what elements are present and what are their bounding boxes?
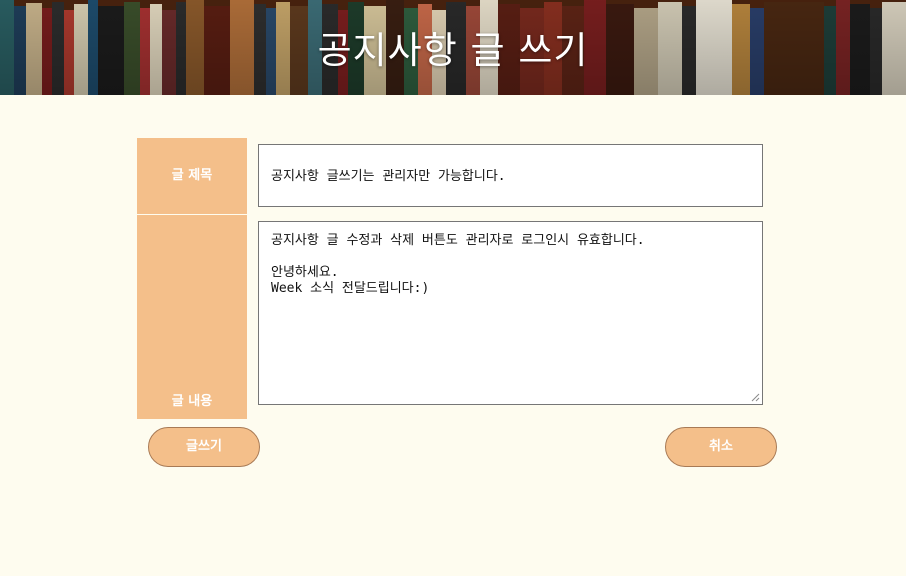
cancel-button[interactable]: 취소 — [665, 427, 777, 467]
title-input[interactable]: 공지사항 글쓰기는 관리자만 가능합니다. — [258, 144, 763, 207]
page-title: 공지사항 글 쓰기 — [317, 29, 589, 72]
content-label-cell: 글 내용 — [137, 215, 247, 419]
header-banner: 공지사항 글 쓰기 — [0, 0, 906, 95]
content-label: 글 내용 — [171, 394, 213, 409]
resize-handle-icon[interactable] — [751, 393, 760, 402]
submit-button[interactable]: 글쓰기 — [148, 427, 260, 467]
title-label: 글 제목 — [137, 138, 247, 214]
content-textarea[interactable]: 공지사항 글 수정과 삭제 버튼도 관리자로 로그인시 유효합니다. 안녕하세요… — [258, 221, 763, 405]
